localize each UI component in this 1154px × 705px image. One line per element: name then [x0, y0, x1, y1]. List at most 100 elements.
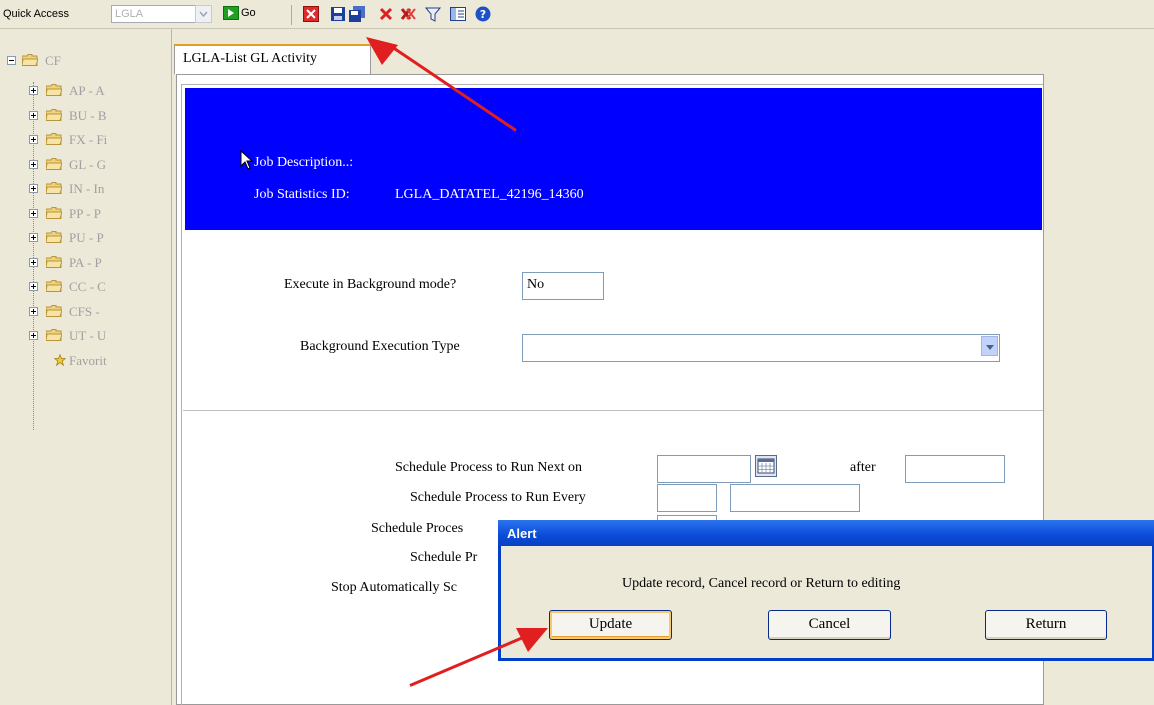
tree-item[interactable]: PP - P: [0, 204, 171, 224]
tree-item[interactable]: FX - Fi: [0, 130, 171, 150]
quick-access-dropdown[interactable]: [195, 5, 212, 23]
job-statistics-id: LGLA_DATATEL_42196_14360: [395, 187, 584, 202]
folder-icon: [46, 231, 62, 243]
tree-item[interactable]: AP - A: [0, 81, 171, 101]
job-description-label: Job Description..:: [254, 155, 354, 170]
quick-access-label: Quick Access: [3, 8, 70, 20]
arrowhead-icon: [516, 628, 548, 652]
expand-icon[interactable]: [29, 257, 38, 267]
go-label: Go: [241, 6, 256, 19]
folder-icon: [22, 54, 38, 66]
toolbar-separator: [291, 5, 292, 25]
cancel-button[interactable]: Cancel: [768, 610, 891, 640]
toolbar: Quick Access LGLA Go ?: [0, 0, 1154, 29]
go-button[interactable]: Go: [223, 6, 256, 24]
go-arrow-icon: [223, 6, 239, 20]
collapse-icon[interactable]: [7, 56, 16, 65]
tree-item[interactable]: UT - U: [0, 326, 171, 346]
expand-icon[interactable]: [29, 86, 38, 95]
tree-item-label: PU - P: [69, 230, 104, 245]
tree-item-favorites[interactable]: Favorit: [0, 351, 171, 371]
filter-icon[interactable]: [425, 6, 441, 22]
tree-item-label: BU - B: [69, 107, 107, 123]
tree-item[interactable]: PA - P: [0, 253, 171, 273]
run-every-label: Schedule Process to Run Every: [410, 490, 586, 505]
star-icon: [53, 353, 67, 366]
tree-item-cf[interactable]: CF: [0, 51, 171, 71]
background-type-select[interactable]: [522, 334, 1000, 362]
calendar-grid-icon: [757, 458, 775, 474]
run-next-label: Schedule Process to Run Next on: [395, 460, 583, 475]
job-statistics-label: Job Statistics ID:: [254, 187, 350, 202]
tree-item-label: Favorit: [69, 352, 107, 368]
folder-icon: [46, 133, 62, 145]
tree-item-label: CF: [45, 53, 61, 68]
mouse-cursor-icon: [240, 150, 254, 170]
run-next-date-input[interactable]: [657, 455, 751, 483]
folder-icon: [46, 329, 62, 341]
tree-item-label: CC - C: [69, 279, 106, 294]
arrowhead-icon: [366, 37, 398, 65]
expand-icon[interactable]: [29, 208, 38, 218]
delete-all-icon[interactable]: [400, 6, 416, 22]
navigation-tree: CF AP - A BU - B FX - Fi GL - G IN - In PP - P…: [0, 29, 172, 705]
quick-access-input[interactable]: LGLA: [111, 5, 197, 23]
update-button[interactable]: Update: [549, 610, 672, 640]
expand-icon[interactable]: [29, 331, 38, 340]
expand-icon[interactable]: [29, 110, 38, 120]
section-divider: [183, 410, 1043, 411]
save-icon[interactable]: [330, 6, 346, 22]
tree-item[interactable]: GL - G: [0, 155, 171, 175]
expand-icon[interactable]: [29, 184, 38, 193]
chevron-down-icon: [199, 11, 208, 18]
chevron-down-icon[interactable]: [981, 336, 998, 356]
background-mode-input[interactable]: No: [522, 272, 604, 300]
tree-item[interactable]: CC - C: [0, 277, 171, 297]
tree-item[interactable]: CFS -: [0, 302, 171, 322]
return-button[interactable]: Return: [985, 610, 1107, 640]
tree-item-label: AP - A: [69, 83, 105, 98]
expand-icon[interactable]: [29, 306, 38, 316]
run-every-unit-input[interactable]: [730, 484, 860, 512]
folder-icon: [46, 304, 62, 317]
folder-icon: [46, 280, 62, 292]
delete-icon[interactable]: [378, 6, 394, 22]
help-icon[interactable]: ?: [475, 6, 491, 22]
tree-item[interactable]: PU - P: [0, 228, 171, 248]
after-time-input[interactable]: [905, 455, 1005, 483]
alert-title-bar[interactable]: Alert: [498, 520, 1154, 546]
tree-item-label: IN - In: [69, 181, 105, 196]
expand-icon[interactable]: [29, 233, 38, 242]
tree-item[interactable]: IN - In: [0, 179, 171, 199]
folder-icon: [46, 84, 62, 96]
tree-item-label: PA - P: [69, 254, 102, 270]
close-record-icon[interactable]: [303, 6, 319, 22]
tree-item-label: UT - U: [69, 328, 107, 343]
folder-icon: [46, 206, 62, 219]
expand-icon[interactable]: [29, 159, 38, 169]
tab-lgla-list-gl-activity[interactable]: LGLA-List GL Activity: [174, 44, 371, 74]
background-mode-label: Execute in Background mode?: [284, 277, 457, 292]
tree-item-label: FX - Fi: [69, 132, 108, 147]
save-all-icon[interactable]: [349, 6, 365, 22]
tree-item-label: GL - G: [69, 156, 107, 172]
stop-schedule-label: Stop Automatically Sc: [331, 580, 457, 595]
form-view-icon[interactable]: [450, 6, 466, 22]
run-every-number-input[interactable]: [657, 484, 717, 512]
tree-item[interactable]: BU - B: [0, 106, 171, 126]
after-label: after: [850, 460, 876, 475]
alert-message: Update record, Cancel record or Return t…: [622, 576, 901, 591]
folder-icon: [46, 157, 62, 170]
schedule-row3-label: Schedule Proces: [371, 521, 464, 536]
background-type-label: Background Execution Type: [300, 339, 460, 354]
folder-icon: [46, 182, 62, 194]
svg-text:?: ?: [480, 8, 486, 21]
tree-item-label: CFS -: [69, 303, 100, 319]
expand-icon[interactable]: [29, 282, 38, 291]
folder-icon: [46, 108, 62, 121]
folder-icon: [46, 255, 62, 268]
schedule-row4-label: Schedule Pr: [410, 550, 478, 565]
calendar-icon[interactable]: [755, 455, 777, 477]
tree-item-label: PP - P: [69, 205, 102, 221]
expand-icon[interactable]: [29, 135, 38, 144]
